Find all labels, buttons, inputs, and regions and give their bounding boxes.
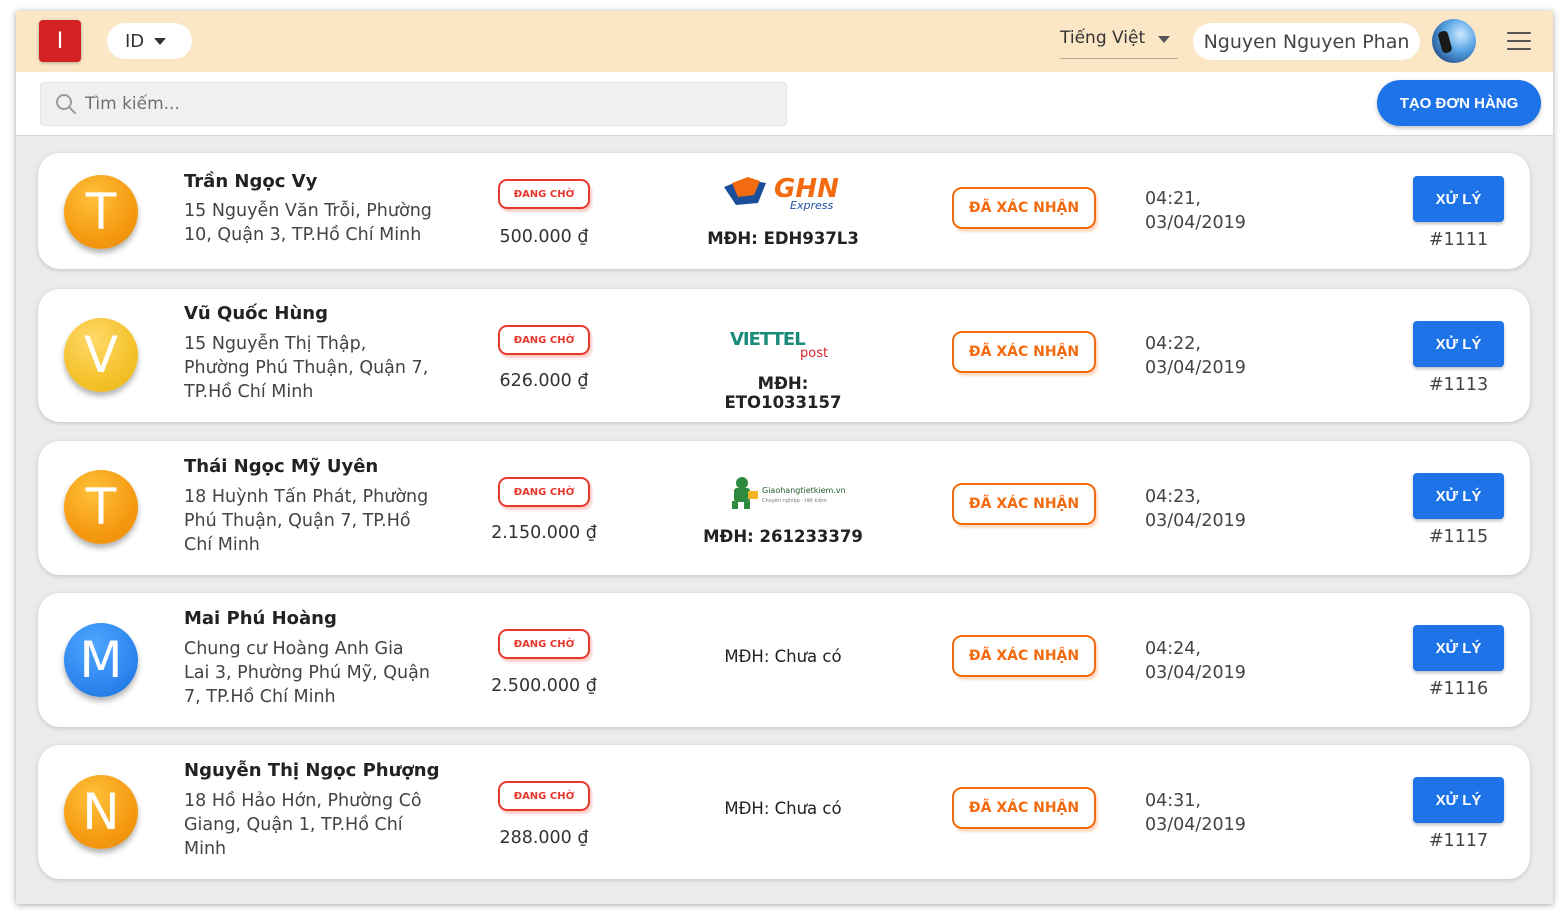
user-name: Nguyen Nguyen Phan [1203,30,1410,53]
search-icon [56,94,76,114]
order-time: 04:22, [1145,334,1201,354]
ghtk-logo: Giaohangtietkiem.vn Chuyên nghiệp · tiết … [718,471,848,513]
order-card[interactable]: N Nguyễn Thị Ngọc Phượng 18 Hồ Hảo Hớn, Ph… [38,745,1530,879]
status-badge: ĐANG CHỜ [498,629,590,659]
svg-text:Chuyên nghiệp · tiết kiệm: Chuyên nghiệp · tiết kiệm [762,497,827,504]
order-date: 03/04/2019 [1145,213,1246,233]
confirmed-badge[interactable]: ĐÃ XÁC NHẬN [952,635,1096,677]
customer-address: 15 Nguyễn Văn Trỗi, Phường 10, Quận 3, T… [184,201,432,245]
customer-avatar: T [64,470,138,544]
confirmed-badge[interactable]: ĐÃ XÁC NHẬN [952,787,1096,829]
order-card[interactable]: T Thái Ngọc Mỹ Uyên 18 Huỳnh Tấn Phát, Phư… [38,441,1530,575]
order-number: #1115 [1428,527,1489,547]
customer-address: 15 Nguyễn Thị Thập, Phường Phú Thuận, Qu… [184,334,429,402]
process-button[interactable]: XỬ LÝ [1413,321,1504,367]
language-select[interactable]: Tiếng Việt [1060,25,1178,59]
order-timestamp: 04:22, 03/04/2019 [1145,332,1246,380]
process-button[interactable]: XỬ LÝ [1413,176,1504,222]
process-button[interactable]: XỬ LÝ [1413,625,1504,671]
order-amount: 626.000 ₫ [499,371,589,391]
order-timestamp: 04:24, 03/04/2019 [1145,637,1246,685]
confirmed-badge[interactable]: ĐÃ XÁC NHẬN [952,331,1096,373]
order-time: 04:23, [1145,487,1201,507]
customer-avatar: M [64,623,138,697]
order-timestamp: 04:23, 03/04/2019 [1145,485,1246,533]
status-badge: ĐANG CHỜ [498,325,590,355]
order-card[interactable]: T Trần Ngọc Vy 15 Nguyễn Văn Trỗi, Phường … [38,153,1530,269]
customer-name: Vũ Quốc Hùng [184,303,329,324]
chevron-down-icon [154,37,167,45]
app-logo[interactable]: I [39,20,81,62]
order-card[interactable]: M Mai Phú Hoàng Chung cư Hoàng Anh Gia Lai… [38,593,1530,727]
process-button[interactable]: XỬ LÝ [1413,777,1504,823]
top-bar: I ID Tiếng Việt Nguyen Nguyen Phan [16,11,1553,72]
id-selector-label: ID [125,30,145,52]
order-amount: 288.000 ₫ [499,828,589,848]
status-badge: ĐANG CHỜ [498,477,590,507]
svg-text:Express: Express [790,199,833,212]
order-time: 04:31, [1145,791,1201,811]
customer-avatar: T [64,175,138,249]
process-button[interactable]: XỬ LÝ [1413,473,1504,519]
svg-text:Giaohangtietkiem.vn: Giaohangtietkiem.vn [762,486,846,495]
order-date: 03/04/2019 [1145,511,1246,531]
customer-name: Thái Ngọc Mỹ Uyên [184,456,379,477]
order-number: #1113 [1428,375,1489,395]
order-amount: 500.000 ₫ [499,227,589,247]
hamburger-menu-icon[interactable] [1507,32,1531,50]
search-bar: TẠO ĐƠN HÀNG [16,72,1553,136]
status-badge: ĐANG CHỜ [498,179,590,209]
order-time: 04:21, [1145,189,1201,209]
svg-text:VIETTEL: VIETTEL [730,329,805,350]
customer-address: 18 Huỳnh Tấn Phát, Phường Phú Thuận, Quậ… [184,487,429,555]
language-label: Tiếng Việt [1060,28,1146,48]
order-amount: 2.150.000 ₫ [491,523,597,543]
customer-name: Nguyễn Thị Ngọc Phượng [184,760,440,781]
app-window: I ID Tiếng Việt Nguyen Nguyen Phan TẠO Đ… [16,11,1553,904]
order-amount: 2.500.000 ₫ [491,676,597,696]
chevron-down-icon [1158,36,1170,43]
search-input[interactable] [85,94,685,114]
order-time: 04:24, [1145,639,1201,659]
customer-avatar: N [64,775,138,849]
tracking-code: MĐH: Chưa có [724,799,842,818]
tracking-code: MĐH: 261233379 [703,527,863,546]
order-number: #1116 [1428,679,1489,699]
svg-text:post: post [800,346,828,361]
customer-avatar: V [64,318,138,392]
user-avatar[interactable] [1432,19,1476,63]
order-timestamp: 04:21, 03/04/2019 [1145,187,1246,235]
customer-name: Trần Ngọc Vy [184,171,318,192]
create-order-button[interactable]: TẠO ĐƠN HÀNG [1377,80,1541,126]
order-date: 03/04/2019 [1145,663,1246,683]
order-number: #1117 [1428,831,1489,851]
tracking-code: MĐH: Chưa có [724,647,842,666]
order-number: #1111 [1428,230,1489,250]
confirmed-badge[interactable]: ĐÃ XÁC NHẬN [952,483,1096,525]
user-name-pill[interactable]: Nguyen Nguyen Phan [1193,23,1420,60]
order-date: 03/04/2019 [1145,815,1246,835]
order-timestamp: 04:31, 03/04/2019 [1145,789,1246,837]
order-date: 03/04/2019 [1145,358,1246,378]
status-badge: ĐANG CHỜ [498,781,590,811]
id-selector[interactable]: ID [107,23,192,59]
customer-address: Chung cư Hoàng Anh Gia Lai 3, Phường Phú… [184,639,430,707]
customer-name: Mai Phú Hoàng [184,608,337,629]
tracking-code: MĐH: EDH937L3 [707,229,859,248]
order-card[interactable]: V Vũ Quốc Hùng 15 Nguyễn Thị Thập, Phường … [38,289,1530,422]
tracking-code: MĐH: ETO1033157 [724,374,842,412]
confirmed-badge[interactable]: ĐÃ XÁC NHẬN [952,187,1096,229]
ghn-logo: GHN Express [718,173,848,215]
viettel-post-logo: VIETTEL post [718,323,848,365]
customer-address: 18 Hồ Hảo Hớn, Phường Cô Giang, Quận 1, … [184,791,422,859]
search-field[interactable] [40,82,787,126]
